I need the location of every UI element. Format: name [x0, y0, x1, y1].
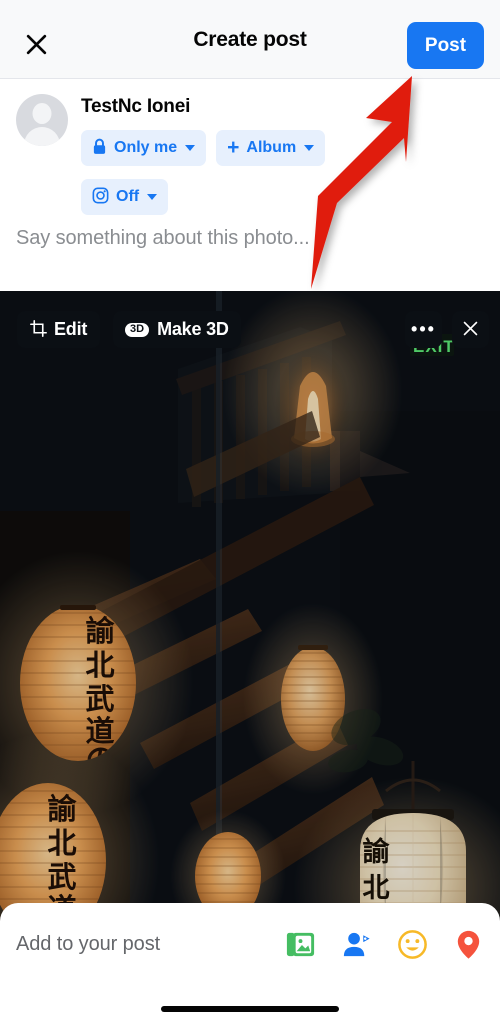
chevron-down-icon: [304, 145, 315, 151]
instagram-share-pill[interactable]: Off: [81, 179, 169, 215]
feeling-activity-icon[interactable]: [396, 928, 429, 961]
audience-selector-label: Only me: [114, 139, 178, 156]
crop-icon: [30, 319, 47, 340]
check-in-location-icon[interactable]: [452, 928, 485, 961]
photo-image: EXIT: [0, 291, 500, 931]
home-indicator: [161, 1006, 339, 1012]
plus-icon: +: [227, 135, 240, 159]
close-icon: [461, 319, 480, 341]
tag-people-icon[interactable]: [340, 928, 373, 961]
edit-photo-label: Edit: [54, 319, 88, 339]
album-selector-pill[interactable]: + Album: [216, 130, 326, 166]
chevron-down-icon: [185, 145, 196, 151]
photo-video-icon[interactable]: [284, 928, 317, 961]
create-post-screen: Create post Post TestNc Ionei Only me + …: [0, 0, 500, 1027]
avatar-body: [24, 127, 60, 146]
photo-preview[interactable]: EXIT: [0, 291, 500, 931]
add-to-post-label: Add to your post: [16, 933, 161, 955]
album-selector-label: Album: [246, 139, 297, 156]
composer-pill-row-primary: Only me + Album: [81, 130, 326, 166]
add-to-post-actions: [284, 928, 485, 961]
chevron-down-icon: [147, 194, 158, 200]
app-header: Create post Post: [0, 0, 500, 79]
make-3d-label: Make 3D: [157, 319, 229, 339]
instagram-icon: [92, 187, 109, 207]
remove-photo-button[interactable]: [452, 311, 489, 348]
edit-photo-button[interactable]: Edit: [17, 311, 101, 348]
instagram-share-label: Off: [116, 188, 140, 205]
ellipsis-icon: •••: [411, 319, 436, 340]
add-to-post-sheet: Add to your post: [0, 903, 500, 1027]
avatar[interactable]: [16, 94, 68, 146]
post-button[interactable]: Post: [407, 22, 484, 69]
audience-selector-pill[interactable]: Only me: [81, 130, 207, 166]
author-name: TestNc Ionei: [81, 96, 191, 117]
avatar-head: [32, 103, 52, 124]
photo-more-options-button[interactable]: •••: [405, 311, 442, 348]
composer-pill-row-secondary: Off: [81, 179, 169, 215]
caption-input[interactable]: Say something about this photo...: [16, 227, 310, 250]
photo-toolbar: Edit 3D Make 3D •••: [0, 311, 500, 348]
make-3d-button[interactable]: 3D Make 3D: [113, 311, 241, 348]
three-d-badge-icon: 3D: [125, 322, 150, 337]
lock-icon: [92, 138, 107, 158]
composer-section: TestNc Ionei Only me + Album Off Say som…: [0, 79, 500, 291]
